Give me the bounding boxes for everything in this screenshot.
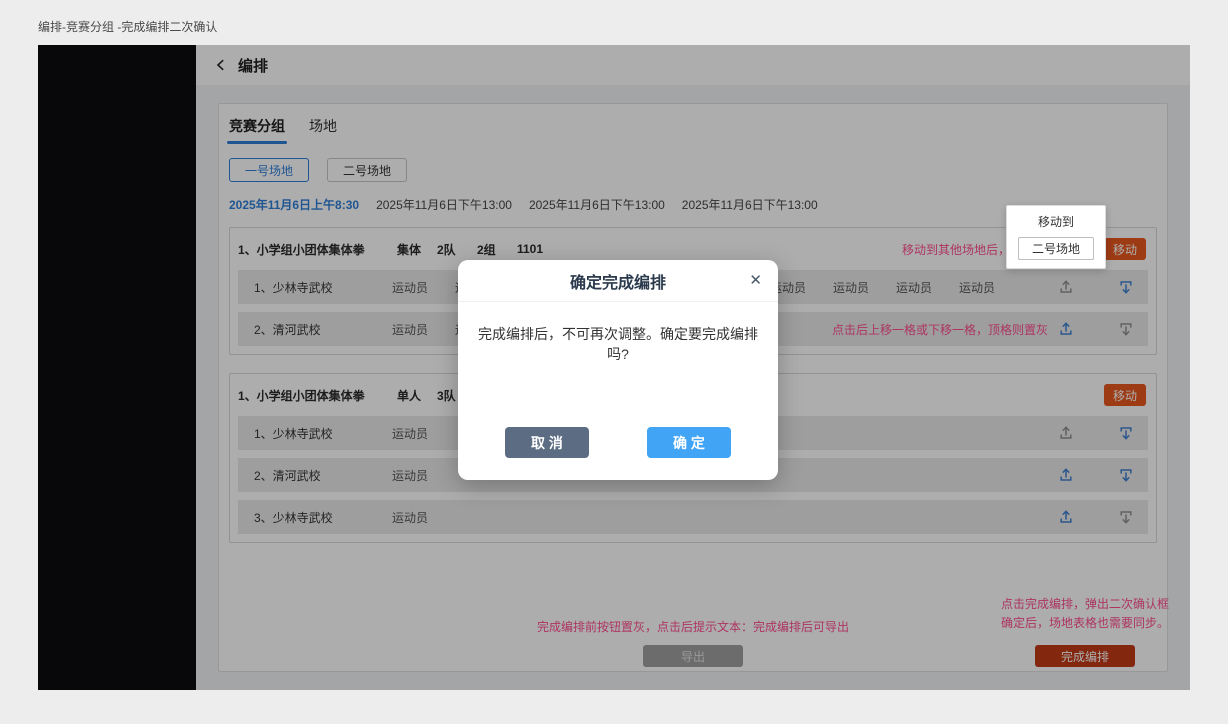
confirm-dialog-title: 确定完成编排 [570,269,666,293]
confirm-dialog-header: 确定完成编排 ✕ [458,260,778,302]
confirm-dialog: 确定完成编排 ✕ 完成编排后，不可再次调整。确定要完成编排吗? 取 消 确 定 [458,260,778,480]
confirm-dialog-actions: 取 消 确 定 [458,427,778,458]
close-icon[interactable]: ✕ [749,271,762,291]
cancel-button[interactable]: 取 消 [505,427,589,458]
move-to-label: 移动到 [1038,213,1074,230]
canvas-label: 编排-竞赛分组 -完成编排二次确认 [38,18,217,35]
app-frame: 编排 竞赛分组 场地 一号场地 二号场地 2025年11月6日上午8:30 20… [38,45,1190,690]
move-to-venue-two-option[interactable]: 二号场地 [1018,237,1094,260]
move-to-popover: 移动到 二号场地 [1006,205,1106,269]
confirm-dialog-message: 完成编排后，不可再次调整。确定要完成编排吗? [458,324,778,364]
confirm-button[interactable]: 确 定 [647,427,731,458]
